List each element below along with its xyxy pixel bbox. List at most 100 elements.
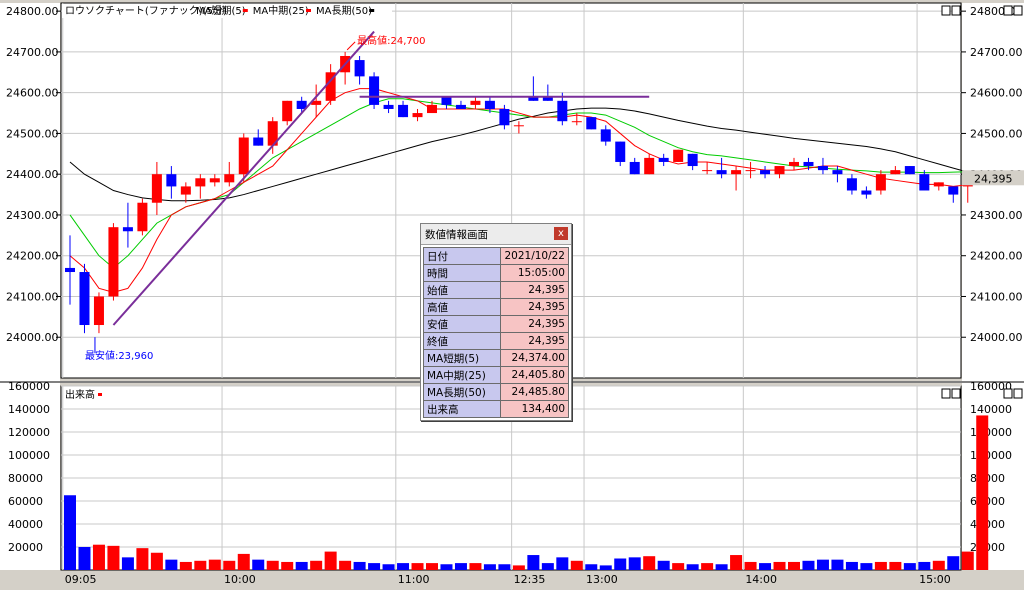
minimize-button[interactable] <box>941 5 951 16</box>
candle-body <box>151 174 162 203</box>
volume-bar <box>368 563 381 570</box>
candle-body <box>369 76 380 105</box>
price-tick-label-left: 24700.00 <box>6 46 59 59</box>
info-value: 24,395 <box>500 332 569 350</box>
candle-body <box>629 161 640 175</box>
time-tick-label: 15:00 <box>919 573 951 586</box>
volume-bar <box>237 553 250 570</box>
volume-bar <box>614 558 627 570</box>
info-value: 24,374.00 <box>500 349 569 367</box>
chart-legend: ロウソクチャート(ファナック)(5分) MA短期(5) MA中期(25) MA長期(… <box>62 4 392 18</box>
volume-bar <box>773 561 786 570</box>
volume-bar <box>976 415 989 570</box>
volume-bar <box>397 563 410 570</box>
price-tick-label-right: 24700.00 <box>970 46 1023 59</box>
volume-bar <box>701 563 714 570</box>
info-key: 出来高 <box>423 400 501 418</box>
candle-body <box>702 170 713 172</box>
info-key: 終値 <box>423 332 501 350</box>
volume-bar <box>353 561 366 570</box>
volume-bar <box>585 564 598 570</box>
info-value: 2021/10/22 <box>500 247 569 265</box>
minimize-button-right[interactable] <box>1003 5 1013 16</box>
maximize-button[interactable] <box>951 5 961 16</box>
info-value: 24,485.80 <box>500 383 569 401</box>
volume-bar <box>498 564 511 570</box>
volume-bar <box>556 557 569 570</box>
candle-body <box>687 153 698 167</box>
volume-bar <box>889 561 902 570</box>
candle-body <box>93 296 104 326</box>
volume-maximize-button-right[interactable] <box>1013 388 1023 399</box>
time-tick-label: 14:00 <box>745 573 777 586</box>
volume-tick-label-left: 140000 <box>8 403 50 416</box>
volume-minimize-button-right[interactable] <box>1003 388 1013 399</box>
candle-body <box>832 170 843 175</box>
info-row: 終値 24,395 <box>423 332 569 350</box>
info-panel-title: 数値情報画面 <box>425 229 488 241</box>
volume-minimize-button[interactable] <box>941 388 951 399</box>
candle-body <box>716 170 727 175</box>
volume-tick-label-left: 120000 <box>8 426 50 439</box>
volume-maximize-button[interactable] <box>951 388 961 399</box>
legend-item-swatch <box>306 9 311 12</box>
candle-body <box>817 166 828 171</box>
volume-bar <box>643 556 656 570</box>
chart-window: 24800.00 24700.00 24600.00 24500.00 24400.00… <box>0 0 1024 590</box>
volume-tick-label-right: 140000 <box>970 403 1012 416</box>
candle-body <box>673 149 684 162</box>
price-tick-label-left: 24500.00 <box>6 127 59 140</box>
info-row: 始値 24,395 <box>423 281 569 299</box>
time-tick-label: 09:05 <box>65 573 97 586</box>
candle-body <box>557 100 568 122</box>
price-tick-label-left: 24100.00 <box>6 290 59 303</box>
candle-body <box>774 166 785 175</box>
price-tick-label-left: 24000.00 <box>6 331 59 344</box>
candle-body <box>644 157 655 175</box>
candle-body <box>513 125 524 127</box>
info-row: MA短期(5) 24,374.00 <box>423 349 569 367</box>
numeric-info-panel[interactable]: 数値情報画面 x 日付 2021/10/22 時間 15:05:00 始値 24,395 高… <box>420 223 572 421</box>
volume-bar <box>816 559 829 570</box>
current-price-tag: 24,395 <box>962 170 1024 186</box>
volume-bar <box>628 557 641 570</box>
volume-bar <box>672 563 685 570</box>
info-row: 安値 24,395 <box>423 315 569 333</box>
volume-bar <box>194 560 207 570</box>
volume-bar <box>382 564 395 570</box>
info-key: MA長期(50) <box>423 383 501 401</box>
volume-bar <box>903 563 916 570</box>
volume-tick-label-left: 20000 <box>8 541 43 554</box>
volume-bar <box>179 561 192 570</box>
maximize-button-right[interactable] <box>1013 5 1023 16</box>
volume-tick-label-left: 40000 <box>8 518 43 531</box>
info-key: 始値 <box>423 281 501 299</box>
legend-item-label: MA短期(5) <box>196 4 246 17</box>
info-key: 安値 <box>423 315 501 333</box>
volume-tick-label-left: 80000 <box>8 472 43 485</box>
candle-body <box>658 157 669 162</box>
info-key: MA中期(25) <box>423 366 501 384</box>
candle-body <box>209 178 220 183</box>
info-row: MA長期(50) 24,485.80 <box>423 383 569 401</box>
close-icon[interactable]: x <box>554 227 568 240</box>
candle-body <box>137 202 148 232</box>
info-panel-titlebar[interactable]: 数値情報画面 x <box>421 224 571 245</box>
volume-bar <box>483 564 496 570</box>
candle-body <box>224 174 235 183</box>
candle-body <box>79 272 90 326</box>
candle-body <box>238 137 249 175</box>
volume-bar <box>136 548 149 570</box>
info-value: 24,405.80 <box>500 366 569 384</box>
volume-bar <box>730 555 743 570</box>
volume-legend-label: 出来高 <box>65 388 95 401</box>
volume-bar <box>860 563 873 570</box>
volume-bar <box>454 563 467 570</box>
candle-body <box>615 141 626 162</box>
price-tick-label-right: 24300.00 <box>970 209 1023 222</box>
candle-body <box>484 100 495 109</box>
volume-bar <box>802 560 815 570</box>
volume-bar <box>657 560 670 570</box>
info-value: 24,395 <box>500 298 569 316</box>
volume-bar <box>64 495 76 570</box>
